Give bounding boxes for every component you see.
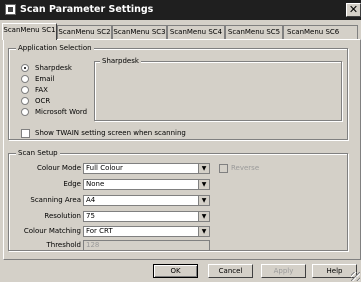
resolution-label: Resolution — [44, 212, 81, 220]
tab-strip: ScanMenu SC1 ScanMenu SC2 ScanMenu SC3 S… — [0, 23, 361, 40]
title-bar[interactable]: Scan Parameter Settings ✕ — [0, 0, 361, 20]
colour-mode-select[interactable]: Full Colour ▼ — [83, 163, 210, 174]
select-value: For CRT — [86, 227, 113, 235]
chevron-down-icon[interactable]: ▼ — [198, 196, 209, 205]
tab-label: ScanMenu SC5 — [227, 28, 281, 36]
scanning-area-select[interactable]: A4 ▼ — [83, 195, 210, 206]
tab-scanmenu-sc3[interactable]: ScanMenu SC3 — [112, 25, 167, 39]
colour-matching-select[interactable]: For CRT ▼ — [83, 226, 210, 237]
select-value: None — [86, 180, 105, 188]
scanning-area-label: Scanning Area — [30, 196, 81, 204]
cancel-button[interactable]: Cancel — [208, 264, 253, 278]
edge-label: Edge — [63, 180, 81, 188]
radio-label: Sharpdesk — [35, 64, 72, 72]
tab-scanmenu-sc2[interactable]: ScanMenu SC2 — [57, 25, 112, 39]
scan-parameter-settings-dialog: Scan Parameter Settings ✕ ScanMenu SC1 S… — [0, 0, 361, 282]
tab-label: ScanMenu SC6 — [287, 28, 340, 36]
radio-button[interactable] — [21, 75, 29, 83]
scan-setup-legend: Scan Setup — [16, 149, 60, 158]
resize-grip-icon[interactable] — [351, 272, 360, 281]
tab-scanmenu-sc5[interactable]: ScanMenu SC5 — [225, 25, 283, 39]
tab-label: ScanMenu SC4 — [169, 28, 223, 36]
resolution-select[interactable]: 75 ▼ — [83, 211, 210, 222]
chevron-down-icon[interactable]: ▼ — [198, 227, 209, 236]
reverse-label: Reverse — [231, 164, 260, 172]
window-title: Scan Parameter Settings — [20, 4, 154, 15]
colour-mode-label: Colour Mode — [36, 164, 81, 172]
radio-button[interactable] — [21, 108, 29, 116]
reverse-checkbox[interactable] — [219, 164, 228, 173]
select-value: 75 — [86, 212, 95, 220]
radio-button[interactable] — [21, 97, 29, 105]
radio-button[interactable] — [21, 64, 29, 72]
radio-label: Email — [35, 75, 55, 83]
tab-label: ScanMenu SC3 — [113, 28, 166, 36]
scan-setup-group: Scan Setup Colour Mode Full Colour ▼ Rev… — [8, 149, 348, 251]
threshold-input[interactable]: 128 — [83, 240, 210, 251]
radio-label: Microsoft Word — [35, 108, 88, 116]
chevron-down-icon[interactable]: ▼ — [198, 180, 209, 189]
radio-button[interactable] — [21, 86, 29, 94]
tab-scanmenu-sc4[interactable]: ScanMenu SC4 — [167, 25, 225, 39]
ok-button[interactable]: OK — [153, 264, 198, 278]
sharpdesk-subgroup-legend: Sharpdesk — [100, 57, 141, 66]
chevron-down-icon[interactable]: ▼ — [198, 164, 209, 173]
close-button[interactable]: ✕ — [346, 3, 361, 17]
colour-matching-label: Colour Matching — [23, 227, 81, 235]
threshold-label: Threshold — [46, 241, 82, 249]
radio-label: FAX — [35, 86, 48, 94]
edge-select[interactable]: None ▼ — [83, 179, 210, 190]
application-selection-group: Application Selection Sharpdesk Email FA… — [8, 44, 348, 140]
chevron-down-icon[interactable]: ▼ — [198, 212, 209, 221]
tab-label: ScanMenu SC1 — [3, 26, 56, 34]
twain-checkbox-label: Show TWAIN setting screen when scanning — [35, 129, 186, 137]
radio-label: OCR — [35, 97, 51, 105]
select-value: A4 — [86, 196, 96, 204]
app-icon — [5, 4, 16, 15]
sharpdesk-subgroup: Sharpdesk — [94, 57, 342, 121]
application-selection-legend: Application Selection — [16, 44, 94, 53]
tab-scanmenu-sc6[interactable]: ScanMenu SC6 — [283, 25, 358, 39]
tab-scanmenu-sc1[interactable]: ScanMenu SC1 — [2, 23, 57, 40]
close-icon: ✕ — [348, 3, 359, 16]
tab-label: ScanMenu SC2 — [58, 28, 111, 36]
apply-button[interactable]: Apply — [261, 264, 306, 278]
select-value: Full Colour — [86, 164, 123, 172]
threshold-value: 128 — [86, 241, 100, 249]
twain-checkbox[interactable] — [21, 129, 30, 138]
